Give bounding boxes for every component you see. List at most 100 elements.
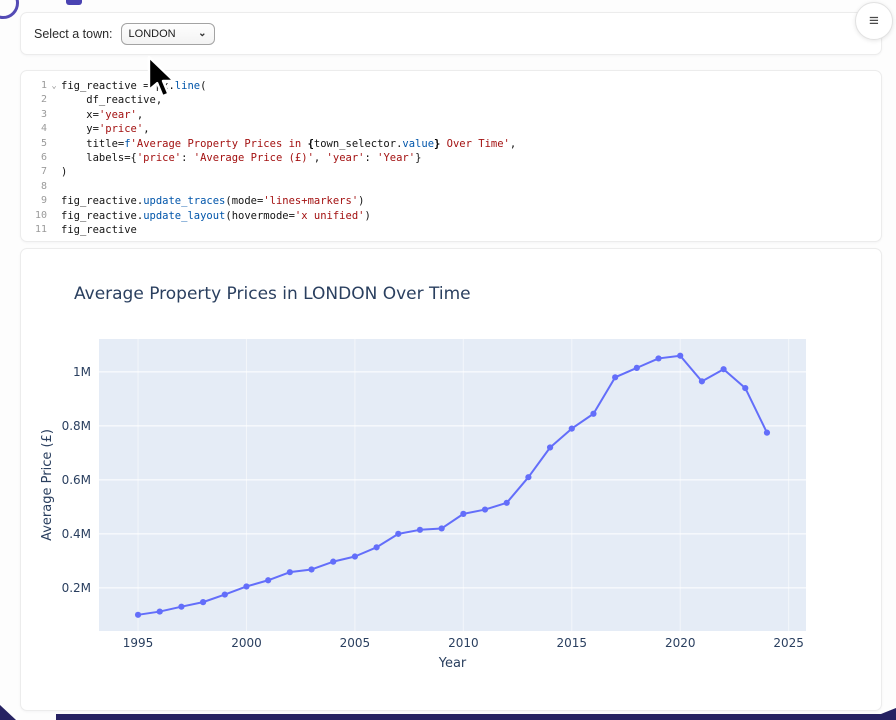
bottom-left-fragment — [0, 705, 16, 720]
svg-text:0.4M: 0.4M — [62, 527, 91, 541]
line-number: 5 — [21, 137, 47, 151]
data-point — [504, 500, 510, 506]
code-line[interactable]: 11 fig_reactive — [21, 223, 881, 237]
data-point — [395, 531, 401, 537]
line-number: 3 — [21, 108, 47, 122]
data-point — [330, 559, 336, 565]
code-editor[interactable]: 1⌄fig_reactive = px.line(2 df_reactive,3… — [21, 79, 881, 237]
fold-gutter — [47, 151, 61, 165]
code-text: fig_reactive — [61, 223, 137, 237]
fold-gutter — [47, 180, 61, 194]
svg-text:2025: 2025 — [773, 636, 804, 650]
data-point — [439, 525, 445, 531]
svg-text:1995: 1995 — [123, 636, 154, 650]
line-number: 2 — [21, 93, 47, 107]
code-text: x='year', — [61, 108, 143, 122]
svg-text:2000: 2000 — [231, 636, 262, 650]
fold-gutter — [47, 209, 61, 223]
data-point — [699, 378, 705, 384]
code-line[interactable]: 10 fig_reactive.update_layout(hovermode='… — [21, 209, 881, 223]
data-point — [590, 411, 596, 417]
property-price-chart[interactable]: Average Property Prices in LONDON Over T… — [21, 249, 881, 710]
data-point — [482, 506, 488, 512]
svg-text:2005: 2005 — [340, 636, 371, 650]
data-point — [525, 474, 531, 480]
y-axis-title: Average Price (£) — [40, 429, 55, 541]
fold-gutter — [47, 137, 61, 151]
code-line[interactable]: 7) — [21, 165, 881, 179]
bottom-bar-fragment — [56, 714, 884, 720]
fold-gutter — [47, 165, 61, 179]
code-line[interactable]: 5 title=f'Average Property Prices in {to… — [21, 137, 881, 151]
data-point — [634, 365, 640, 371]
chart-title: Average Property Prices in LONDON Over T… — [74, 284, 471, 304]
chevron-down-icon: ⌄ — [198, 29, 206, 39]
data-point — [742, 385, 748, 391]
controls-cell: Select a town: LONDON ⌄ — [20, 12, 882, 55]
town-dropdown-value: LONDON — [129, 28, 176, 40]
svg-text:0.6M: 0.6M — [62, 473, 91, 487]
data-point — [265, 577, 271, 583]
data-point — [157, 608, 163, 614]
line-number: 4 — [21, 122, 47, 136]
svg-text:2020: 2020 — [665, 636, 696, 650]
data-point — [460, 511, 466, 517]
line-number: 10 — [21, 209, 47, 223]
data-point — [308, 566, 314, 572]
data-point — [222, 591, 228, 597]
fold-gutter — [47, 223, 61, 237]
code-line[interactable]: 9 fig_reactive.update_traces(mode='lines+… — [21, 194, 881, 208]
line-number: 11 — [21, 223, 47, 237]
fold-gutter — [47, 108, 61, 122]
code-line[interactable]: 3 x='year', — [21, 108, 881, 122]
town-dropdown[interactable]: LONDON ⌄ — [121, 23, 215, 45]
mouse-cursor — [146, 55, 180, 101]
fold-gutter — [47, 93, 61, 107]
data-point — [287, 569, 293, 575]
svg-text:2015: 2015 — [557, 636, 588, 650]
code-text: fig_reactive = px.line( — [61, 79, 206, 93]
data-point — [569, 425, 575, 431]
data-point — [764, 430, 770, 436]
line-number: 9 — [21, 194, 47, 208]
svg-text:1M: 1M — [73, 365, 91, 379]
line-number: 1 — [21, 79, 47, 93]
code-text: labels={'price': 'Average Price (£)', 'y… — [61, 151, 421, 165]
data-point — [243, 583, 249, 589]
code-text: title=f'Average Property Prices in {town… — [61, 137, 516, 151]
code-text: fig_reactive.update_traces(mode='lines+m… — [61, 194, 364, 208]
code-line[interactable]: 4 y='price', — [21, 122, 881, 136]
code-text: ) — [61, 165, 67, 179]
code-line[interactable]: 6 labels={'price': 'Average Price (£)', … — [21, 151, 881, 165]
data-point — [547, 444, 553, 450]
fold-icon[interactable]: ⌄ — [47, 79, 61, 93]
line-number: 6 — [21, 151, 47, 165]
fold-gutter — [47, 122, 61, 136]
svg-text:2010: 2010 — [448, 636, 479, 650]
line-number: 8 — [21, 180, 47, 194]
menu-button[interactable]: ≡ — [855, 2, 893, 40]
data-point — [135, 612, 141, 618]
data-point — [178, 604, 184, 610]
data-point — [200, 599, 206, 605]
chart-cell: Average Property Prices in LONDON Over T… — [20, 248, 882, 711]
svg-text:0.8M: 0.8M — [62, 419, 91, 433]
data-point — [677, 353, 683, 359]
data-point — [352, 553, 358, 559]
data-point — [373, 544, 379, 550]
data-point — [720, 366, 726, 372]
line-number: 7 — [21, 165, 47, 179]
data-point — [612, 374, 618, 380]
fold-gutter — [47, 194, 61, 208]
logo-arc-fragment — [0, 0, 19, 19]
code-line[interactable]: 8 — [21, 180, 881, 194]
select-town-label: Select a town: — [34, 27, 113, 41]
x-axis-title: Year — [438, 656, 467, 671]
data-point — [417, 527, 423, 533]
toolbar-fragment — [66, 0, 82, 5]
svg-text:0.2M: 0.2M — [62, 581, 91, 595]
data-point — [655, 355, 661, 361]
code-text: y='price', — [61, 122, 150, 136]
hamburger-icon: ≡ — [869, 11, 879, 31]
code-text: fig_reactive.update_layout(hovermode='x … — [61, 209, 371, 223]
